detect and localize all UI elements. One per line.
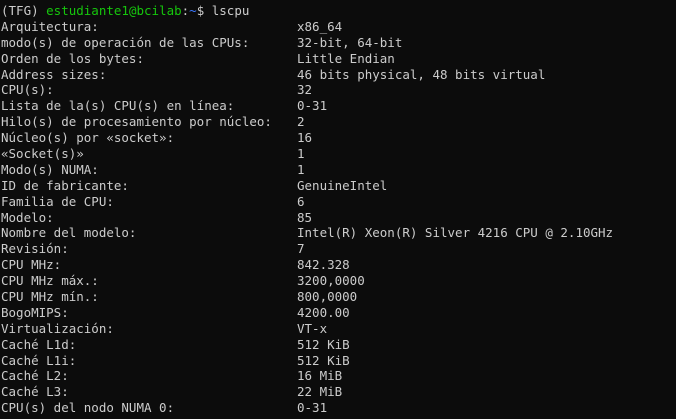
output-value: 32 [297,82,313,98]
output-row: Nombre del modelo: Intel(R) Xeon(R) Silve… [1,225,676,241]
output-row: CPU(s): 32 [1,82,676,98]
output-value: 3200,0000 [297,273,365,289]
output-row: Arquitectura: x86_64 [1,19,676,35]
output-value: 1 [297,161,305,177]
output-row: CPU MHz: 842.328 [1,257,676,273]
output-row: Address sizes: 46 bits physical, 48 bits … [1,67,676,83]
output-value: 1 [297,146,305,162]
output-value: 800,0000 [297,289,358,305]
prompt-path: ~ [189,3,197,18]
output-row: Núcleo(s) por «socket»: 16 [1,130,676,146]
output-key: Caché L3: [1,384,69,400]
prompt-command: lscpu [211,3,250,18]
output-row: Modelo: 85 [1,210,676,226]
output-key: Nombre del modelo: [1,225,137,241]
output-value: 7 [297,241,305,257]
output-value: Little Endian [297,50,395,66]
output-row: Caché L1d: 512 KiB [1,337,676,353]
output-value: 842.328 [297,257,350,273]
output-value: 32-bit, 64-bit [297,34,403,50]
output-key: Arquitectura: [1,18,99,34]
output-value: 46 bits physical, 48 bits virtual [297,66,546,82]
output-row: Familia de CPU: 6 [1,194,676,210]
output-value: 0-31 [297,98,328,114]
output-row: Caché L1i: 512 KiB [1,353,676,369]
output-key: Virtualización: [1,320,114,336]
output-value: 6 [297,193,305,209]
output-key: «Socket(s)» [1,146,84,162]
terminal-window[interactable]: (TFG) estudiante1@bcilab:~$ lscpu Arquit… [0,0,676,419]
output-key: CPU MHz mín.: [1,289,99,305]
output-row: «Socket(s)» 1 [1,146,676,162]
output-value: 0-31 [297,400,328,416]
output-key: Modelo: [1,209,54,225]
output-key: BogoMIPS: [1,304,69,320]
output-key: Caché L1i: [1,352,77,368]
output-value: 512 KiB [297,352,350,368]
output-row: Caché L3: 22 MiB [1,384,676,400]
output-row: Modo(s) NUMA: 1 [1,162,676,178]
output-row: BogoMIPS: 4200.00 [1,305,676,321]
output-key: CPU MHz: [1,257,62,273]
output-key: Núcleo(s) por «socket»: [1,130,175,146]
output-key: ID de fabricante: [1,177,129,193]
output-row: Hilo(s) de procesamiento por núcleo: 2 [1,114,676,130]
prompt-env: (TFG) [1,3,47,18]
prompt-line: (TFG) estudiante1@bcilab:~$ lscpu [1,3,676,19]
output-key: Caché L2: [1,368,69,384]
output-row: Virtualización: VT-x [1,321,676,337]
output-value: x86_64 [297,18,343,34]
output-key: Familia de CPU: [1,193,114,209]
output-value: 16 MiB [297,368,343,384]
output-key: CPU(s): [1,82,54,98]
output-row: ID de fabricante: GenuineIntel [1,178,676,194]
output-row: modo(s) de operación de las CPUs: 32-bit,… [1,35,676,51]
output-value: 16 [297,130,313,146]
output-key: Caché L1d: [1,336,77,352]
output-key: Revisión: [1,241,69,257]
output-value: 4200.00 [297,304,350,320]
output-value: VT-x [297,320,328,336]
output-row: CPU MHz máx.: 3200,0000 [1,273,676,289]
output-row: Orden de los bytes: Little Endian [1,51,676,67]
output-row: CPU MHz mín.: 800,0000 [1,289,676,305]
output-row: Caché L2: 16 MiB [1,368,676,384]
output-key: Address sizes: [1,66,107,82]
output-key: CPU(s) del nodo NUMA 0: [1,400,175,416]
output-value: Intel(R) Xeon(R) Silver 4216 CPU @ 2.10G… [297,225,614,241]
output-row: Lista de la(s) CPU(s) en línea: 0-31 [1,98,676,114]
output-row: CPU(s) del nodo NUMA 0: 0-31 [1,400,676,416]
output-key: modo(s) de operación de las CPUs: [1,34,250,50]
prompt-user-host: estudiante1@bcilab [46,3,182,18]
output-key: Lista de la(s) CPU(s) en línea: [1,98,235,114]
output-key: Modo(s) NUMA: [1,161,99,177]
output-value: 22 MiB [297,384,343,400]
output-value: 2 [297,114,305,130]
prompt-symbol: $ [196,3,212,18]
output-key: Orden de los bytes: [1,50,144,66]
output-row: Revisión: 7 [1,241,676,257]
output-key: CPU MHz máx.: [1,273,99,289]
output-value: 85 [297,209,313,225]
output-value: 512 KiB [297,336,350,352]
output-key: Hilo(s) de procesamiento por núcleo: [1,114,272,130]
output-value: GenuineIntel [297,177,388,193]
